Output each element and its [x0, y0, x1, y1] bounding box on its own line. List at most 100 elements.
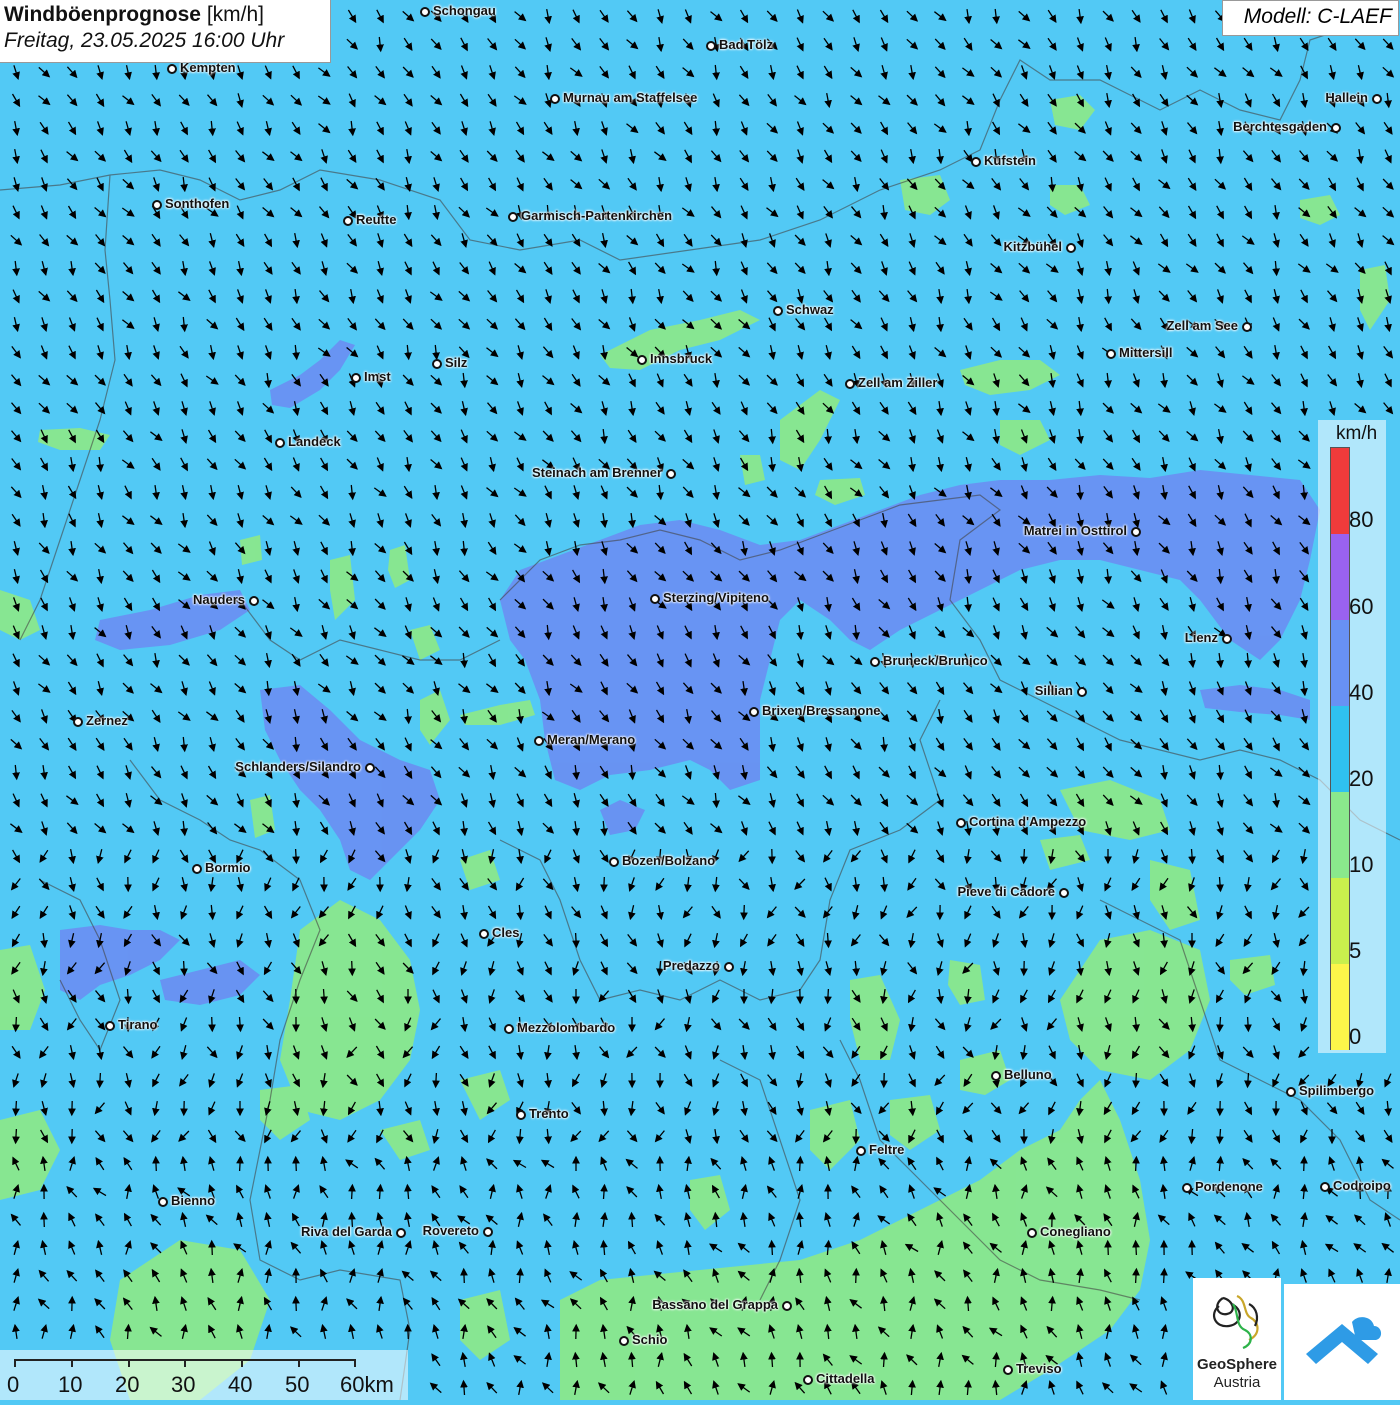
page-title: Windböenprognose [km/h] [4, 3, 326, 27]
title-main: Windböenprognose [4, 3, 201, 26]
city-marker [516, 1110, 526, 1120]
city-marker [749, 707, 759, 717]
city-marker [619, 1336, 629, 1346]
wind-arrow [744, 905, 745, 919]
legend-seg-0-5 [1331, 964, 1349, 1050]
scale-label-40: 40 [228, 1372, 252, 1398]
city-marker [167, 64, 177, 74]
geosphere-logo-text: GeoSphere [1193, 1356, 1281, 1373]
scale-label-30: 30 [171, 1372, 195, 1398]
city-marker [105, 1021, 115, 1031]
city-label: Bad Tölz [719, 37, 773, 52]
scale-tick [354, 1359, 356, 1367]
city-marker [724, 962, 734, 972]
city-label: Zell am See [1166, 318, 1238, 333]
city-label: Sillian [1035, 683, 1073, 698]
city-label: Sterzing/Vipiteno [663, 590, 769, 605]
city-label: Silz [445, 355, 467, 370]
city-label: Sonthofen [165, 196, 229, 211]
scale-label-0: 0 [7, 1372, 19, 1398]
city-label: Rovereto [423, 1223, 479, 1238]
geosphere-emblem-icon [1193, 1278, 1281, 1358]
wind-arrow [1248, 1017, 1249, 1031]
city-marker [192, 864, 202, 874]
wind-app-logo-icon [1284, 1284, 1400, 1400]
legend-label-20: 20 [1349, 766, 1373, 792]
scale-tick [184, 1359, 186, 1367]
city-label: Cortina d'Ampezzo [969, 814, 1086, 829]
city-label: Hallein [1325, 90, 1368, 105]
wind-arrow [352, 1185, 353, 1199]
city-marker [504, 1024, 514, 1034]
city-label: Cittadella [816, 1371, 875, 1386]
legend-label-40: 40 [1349, 680, 1373, 706]
title-box: Windböenprognose [km/h] Freitag, 23.05.2… [0, 0, 331, 63]
city-marker [1077, 687, 1087, 697]
legend-unit: km/h [1336, 423, 1377, 445]
title-unit: [km/h] [207, 3, 264, 26]
city-label: Lienz [1185, 630, 1218, 645]
wind-arrow [16, 1017, 17, 1031]
city-label: Mezzolombardo [517, 1020, 615, 1035]
legend-label-80: 80 [1349, 507, 1373, 533]
city-marker [856, 1146, 866, 1156]
wind-arrow [576, 933, 577, 947]
city-label: Belluno [1004, 1067, 1052, 1082]
legend-seg-5-10 [1331, 878, 1349, 964]
city-marker [1003, 1365, 1013, 1375]
scale-label-10: 10 [58, 1372, 82, 1398]
city-marker [396, 1228, 406, 1238]
scale-tick [128, 1359, 130, 1367]
city-marker [971, 157, 981, 167]
wind-arrow [296, 989, 297, 1003]
legend-label-60: 60 [1349, 594, 1373, 620]
wind-arrow [856, 1269, 857, 1283]
city-label: Steinach am Brenner [532, 465, 662, 480]
city-marker [609, 857, 619, 867]
wind-arrow [212, 1241, 213, 1255]
wind-arrow [16, 1129, 17, 1143]
city-label: Innsbruck [650, 351, 712, 366]
wind-arrow [44, 1213, 45, 1227]
wind-arrow [296, 1297, 297, 1311]
city-label: Treviso [1016, 1361, 1062, 1376]
city-label: Meran/Merano [547, 732, 635, 747]
wind-arrow [100, 1073, 101, 1087]
wind-arrow [436, 1073, 437, 1087]
scale-tick [71, 1359, 73, 1367]
wind-arrow [1136, 1241, 1137, 1255]
city-marker [351, 373, 361, 383]
city-label: Kempten [180, 60, 236, 75]
wind-arrow [296, 1157, 297, 1171]
legend-seg-10-20 [1331, 792, 1349, 878]
scale-label-50: 50 [285, 1372, 309, 1398]
city-marker [1027, 1228, 1037, 1238]
wind-arrow [352, 961, 353, 975]
city-label: Spilimbergo [1299, 1083, 1374, 1098]
city-label: Tirano [118, 1017, 158, 1032]
city-marker [1131, 527, 1141, 537]
city-label: Schio [632, 1332, 667, 1347]
city-marker [343, 216, 353, 226]
city-marker [1286, 1087, 1296, 1097]
city-label: Bormio [205, 860, 251, 875]
city-label: Brixen/Bressanone [762, 703, 881, 718]
city-label: Schlanders/Silandro [235, 759, 361, 774]
wind-arrow [772, 1241, 773, 1255]
city-label: Kitzbühel [1004, 239, 1063, 254]
city-label: Feltre [869, 1142, 904, 1157]
city-label: Cles [492, 925, 519, 940]
city-marker [1106, 349, 1116, 359]
city-marker [249, 596, 259, 606]
city-marker [508, 212, 518, 222]
scale-tick [298, 1359, 300, 1367]
wind-arrow [1304, 1157, 1305, 1171]
city-label: Bienno [171, 1193, 215, 1208]
scale-tick [241, 1359, 243, 1367]
city-label: Bassano del Grappa [652, 1297, 778, 1312]
city-label: Reutte [356, 212, 396, 227]
city-marker [1242, 322, 1252, 332]
city-label: Schongau [433, 3, 496, 18]
wind-arrow [800, 1157, 801, 1171]
city-marker [956, 818, 966, 828]
